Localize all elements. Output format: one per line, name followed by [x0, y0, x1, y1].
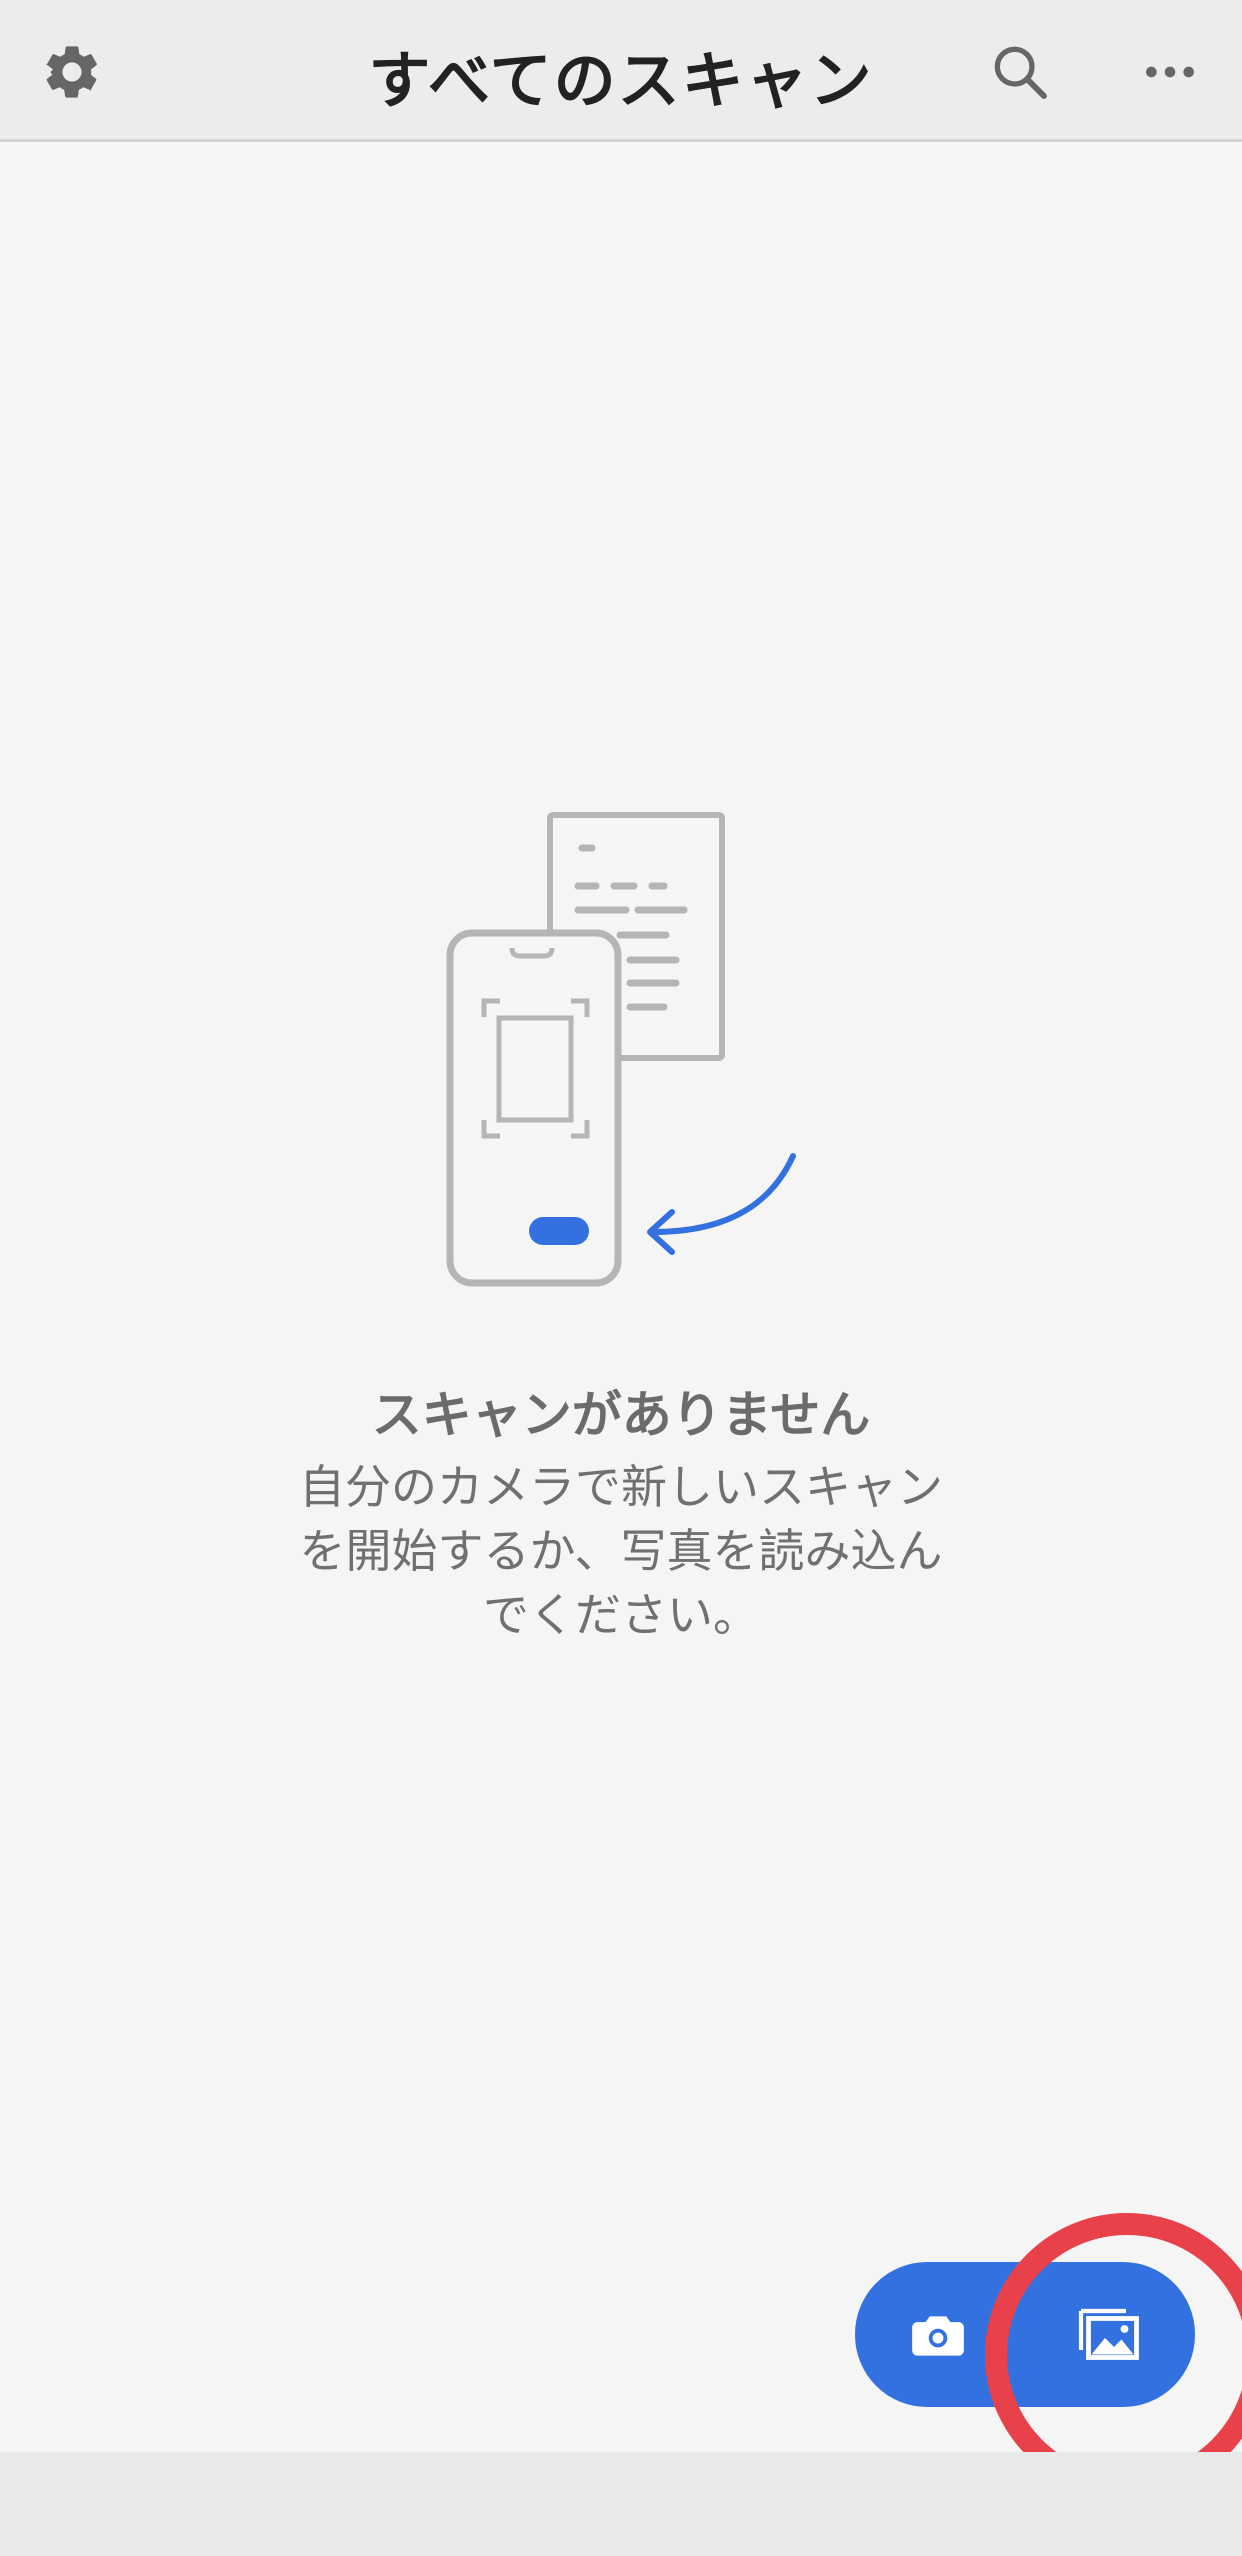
import-photo-button[interactable]: [1020, 2262, 1195, 2407]
more-options-button[interactable]: [1128, 30, 1212, 114]
empty-state-title: スキャンがありません: [371, 1386, 871, 1444]
camera-scan-button[interactable]: [855, 2262, 1020, 2407]
top-app-bar: すべてのスキャン: [0, 0, 1242, 142]
capture-fab-group: [855, 2262, 1195, 2407]
camera-icon: [911, 2315, 964, 2356]
empty-state-line: でください。: [483, 1588, 759, 1642]
search-icon: [994, 46, 1047, 99]
empty-state-line: 自分のカメラで新しいスキャン: [299, 1460, 943, 1514]
app-screen: すべてのスキャン スキャンがありません 自分のカメラで新しいスキャン を開始する…: [0, 0, 1242, 2556]
empty-state-description: 自分のカメラで新しいスキャン を開始するか、写真を読み込ん でください。: [240, 1455, 1002, 1647]
search-button[interactable]: [978, 30, 1062, 114]
image-gallery-icon: [1078, 2308, 1139, 2360]
empty-state-line: を開始するか、写真を読み込ん: [299, 1524, 943, 1578]
bottom-system-bar: [0, 2452, 1242, 2556]
phone-scan-document-illustration: [446, 812, 796, 1287]
more-horizontal-icon: [1146, 66, 1194, 78]
